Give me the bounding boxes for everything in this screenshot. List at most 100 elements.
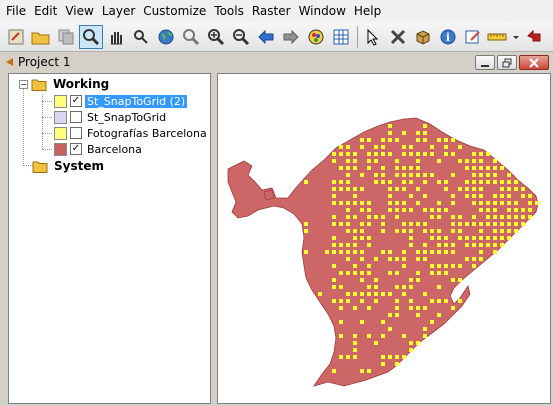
layer-item[interactable]: ✓ St_SnapToGrid (2) (54, 93, 188, 109)
menu-edit[interactable]: Edit (30, 1, 61, 21)
zoom-in-icon[interactable] (204, 25, 228, 49)
menu-layer[interactable]: Layer (98, 1, 139, 21)
dropdown-arrow-icon[interactable] (511, 25, 521, 49)
map-canvas[interactable] (218, 74, 551, 404)
layer-visibility-checkbox[interactable] (70, 111, 82, 123)
back-arrow-icon[interactable] (254, 25, 278, 49)
grid-point (381, 362, 385, 366)
grid-point (353, 159, 357, 163)
grid-point (493, 222, 497, 226)
layer-visibility-checkbox[interactable] (70, 127, 82, 139)
grid-point (332, 285, 336, 289)
grid-point (332, 194, 336, 198)
menu-customize[interactable]: Customize (139, 1, 210, 21)
barcelona-islet (263, 189, 275, 201)
grid-point (346, 299, 350, 303)
edit-icon[interactable] (461, 25, 485, 49)
grid-point (395, 355, 399, 359)
grid-point (486, 222, 490, 226)
grid-point (416, 313, 420, 317)
grid-point (500, 229, 504, 233)
restore-button[interactable] (497, 55, 517, 70)
grid-point (423, 257, 427, 261)
menu-file[interactable]: File (2, 1, 30, 21)
grid-point (444, 187, 448, 191)
toolbar-separator (357, 25, 358, 48)
grid-point (423, 327, 427, 331)
layer-label[interactable]: St_SnapToGrid (2) (85, 94, 188, 108)
delete-tool-icon[interactable] (386, 25, 410, 49)
zoom-hand-icon[interactable] (129, 25, 153, 49)
grid-point (332, 159, 336, 163)
package-icon[interactable] (411, 25, 435, 49)
menu-window[interactable]: Window (295, 1, 350, 21)
forward-arrow-icon[interactable] (279, 25, 303, 49)
zoom-select-icon[interactable] (79, 24, 103, 49)
grid-point (416, 159, 420, 163)
layer-label[interactable]: Fotografías Barcelona (85, 127, 209, 140)
grid-point (423, 131, 427, 135)
grid-point (374, 215, 378, 219)
grid-point (346, 201, 350, 205)
layer-item[interactable]: ✓ Barcelona (54, 141, 144, 157)
grid-point (486, 180, 490, 184)
menu-help[interactable]: Help (350, 1, 385, 21)
grid-point (458, 299, 462, 303)
table-icon[interactable] (329, 25, 353, 49)
close-button[interactable] (519, 55, 549, 70)
grid-point (332, 278, 336, 282)
layer-item[interactable]: St_SnapToGrid (54, 109, 168, 125)
pin-icon[interactable] (6, 58, 14, 66)
grid-point (388, 292, 392, 296)
grid-point (339, 243, 343, 247)
layer-label[interactable]: Barcelona (85, 143, 144, 156)
layer-visibility-checkbox[interactable]: ✓ (70, 143, 82, 155)
collapse-toggle[interactable]: − (19, 79, 28, 89)
grid-point (472, 194, 476, 198)
undo-icon[interactable] (522, 25, 546, 49)
grid-point (388, 152, 392, 156)
layer-visibility-checkbox[interactable]: ✓ (70, 95, 82, 107)
zoom-out-icon[interactable] (179, 25, 203, 49)
tree-node-system[interactable]: System (29, 158, 106, 174)
info-icon[interactable]: i (436, 25, 460, 49)
grid-point (402, 187, 406, 191)
minimize-button[interactable] (475, 55, 495, 70)
layer-label[interactable]: St_SnapToGrid (85, 111, 168, 124)
zoom-minus-icon[interactable] (229, 25, 253, 49)
grid-point (514, 222, 518, 226)
pointer-icon[interactable] (361, 25, 385, 49)
selection-tool-icon[interactable] (4, 25, 28, 49)
grid-point (486, 215, 490, 219)
grid-point (472, 236, 476, 240)
menu-raster[interactable]: Raster (248, 1, 295, 21)
grid-point (381, 229, 385, 233)
layer-color-icon[interactable] (304, 25, 328, 49)
grid-point (507, 194, 511, 198)
grid-point (374, 257, 378, 261)
grid-point (458, 236, 462, 240)
open-folder-icon[interactable] (29, 25, 53, 49)
grid-point (423, 250, 427, 254)
grid-point (395, 362, 399, 366)
grid-point (416, 222, 420, 226)
ruler-icon[interactable] (486, 25, 510, 49)
grid-point (451, 152, 455, 156)
grid-point (444, 250, 448, 254)
tree-node-working[interactable]: − Working (19, 76, 111, 92)
map-view[interactable] (217, 73, 551, 404)
grid-point (353, 229, 357, 233)
grid-point (395, 257, 399, 261)
grid-point (353, 292, 357, 296)
copy-icon[interactable] (54, 25, 78, 49)
grid-point (402, 222, 406, 226)
grid-point (339, 187, 343, 191)
grid-point (346, 166, 350, 170)
layer-item[interactable]: Fotografías Barcelona (54, 125, 209, 141)
menu-tools[interactable]: Tools (210, 1, 248, 21)
grid-point (332, 215, 336, 219)
menu-view[interactable]: View (61, 1, 97, 21)
pan-hand-icon[interactable] (104, 25, 128, 49)
grid-point (332, 180, 336, 184)
globe-icon[interactable] (154, 25, 178, 49)
